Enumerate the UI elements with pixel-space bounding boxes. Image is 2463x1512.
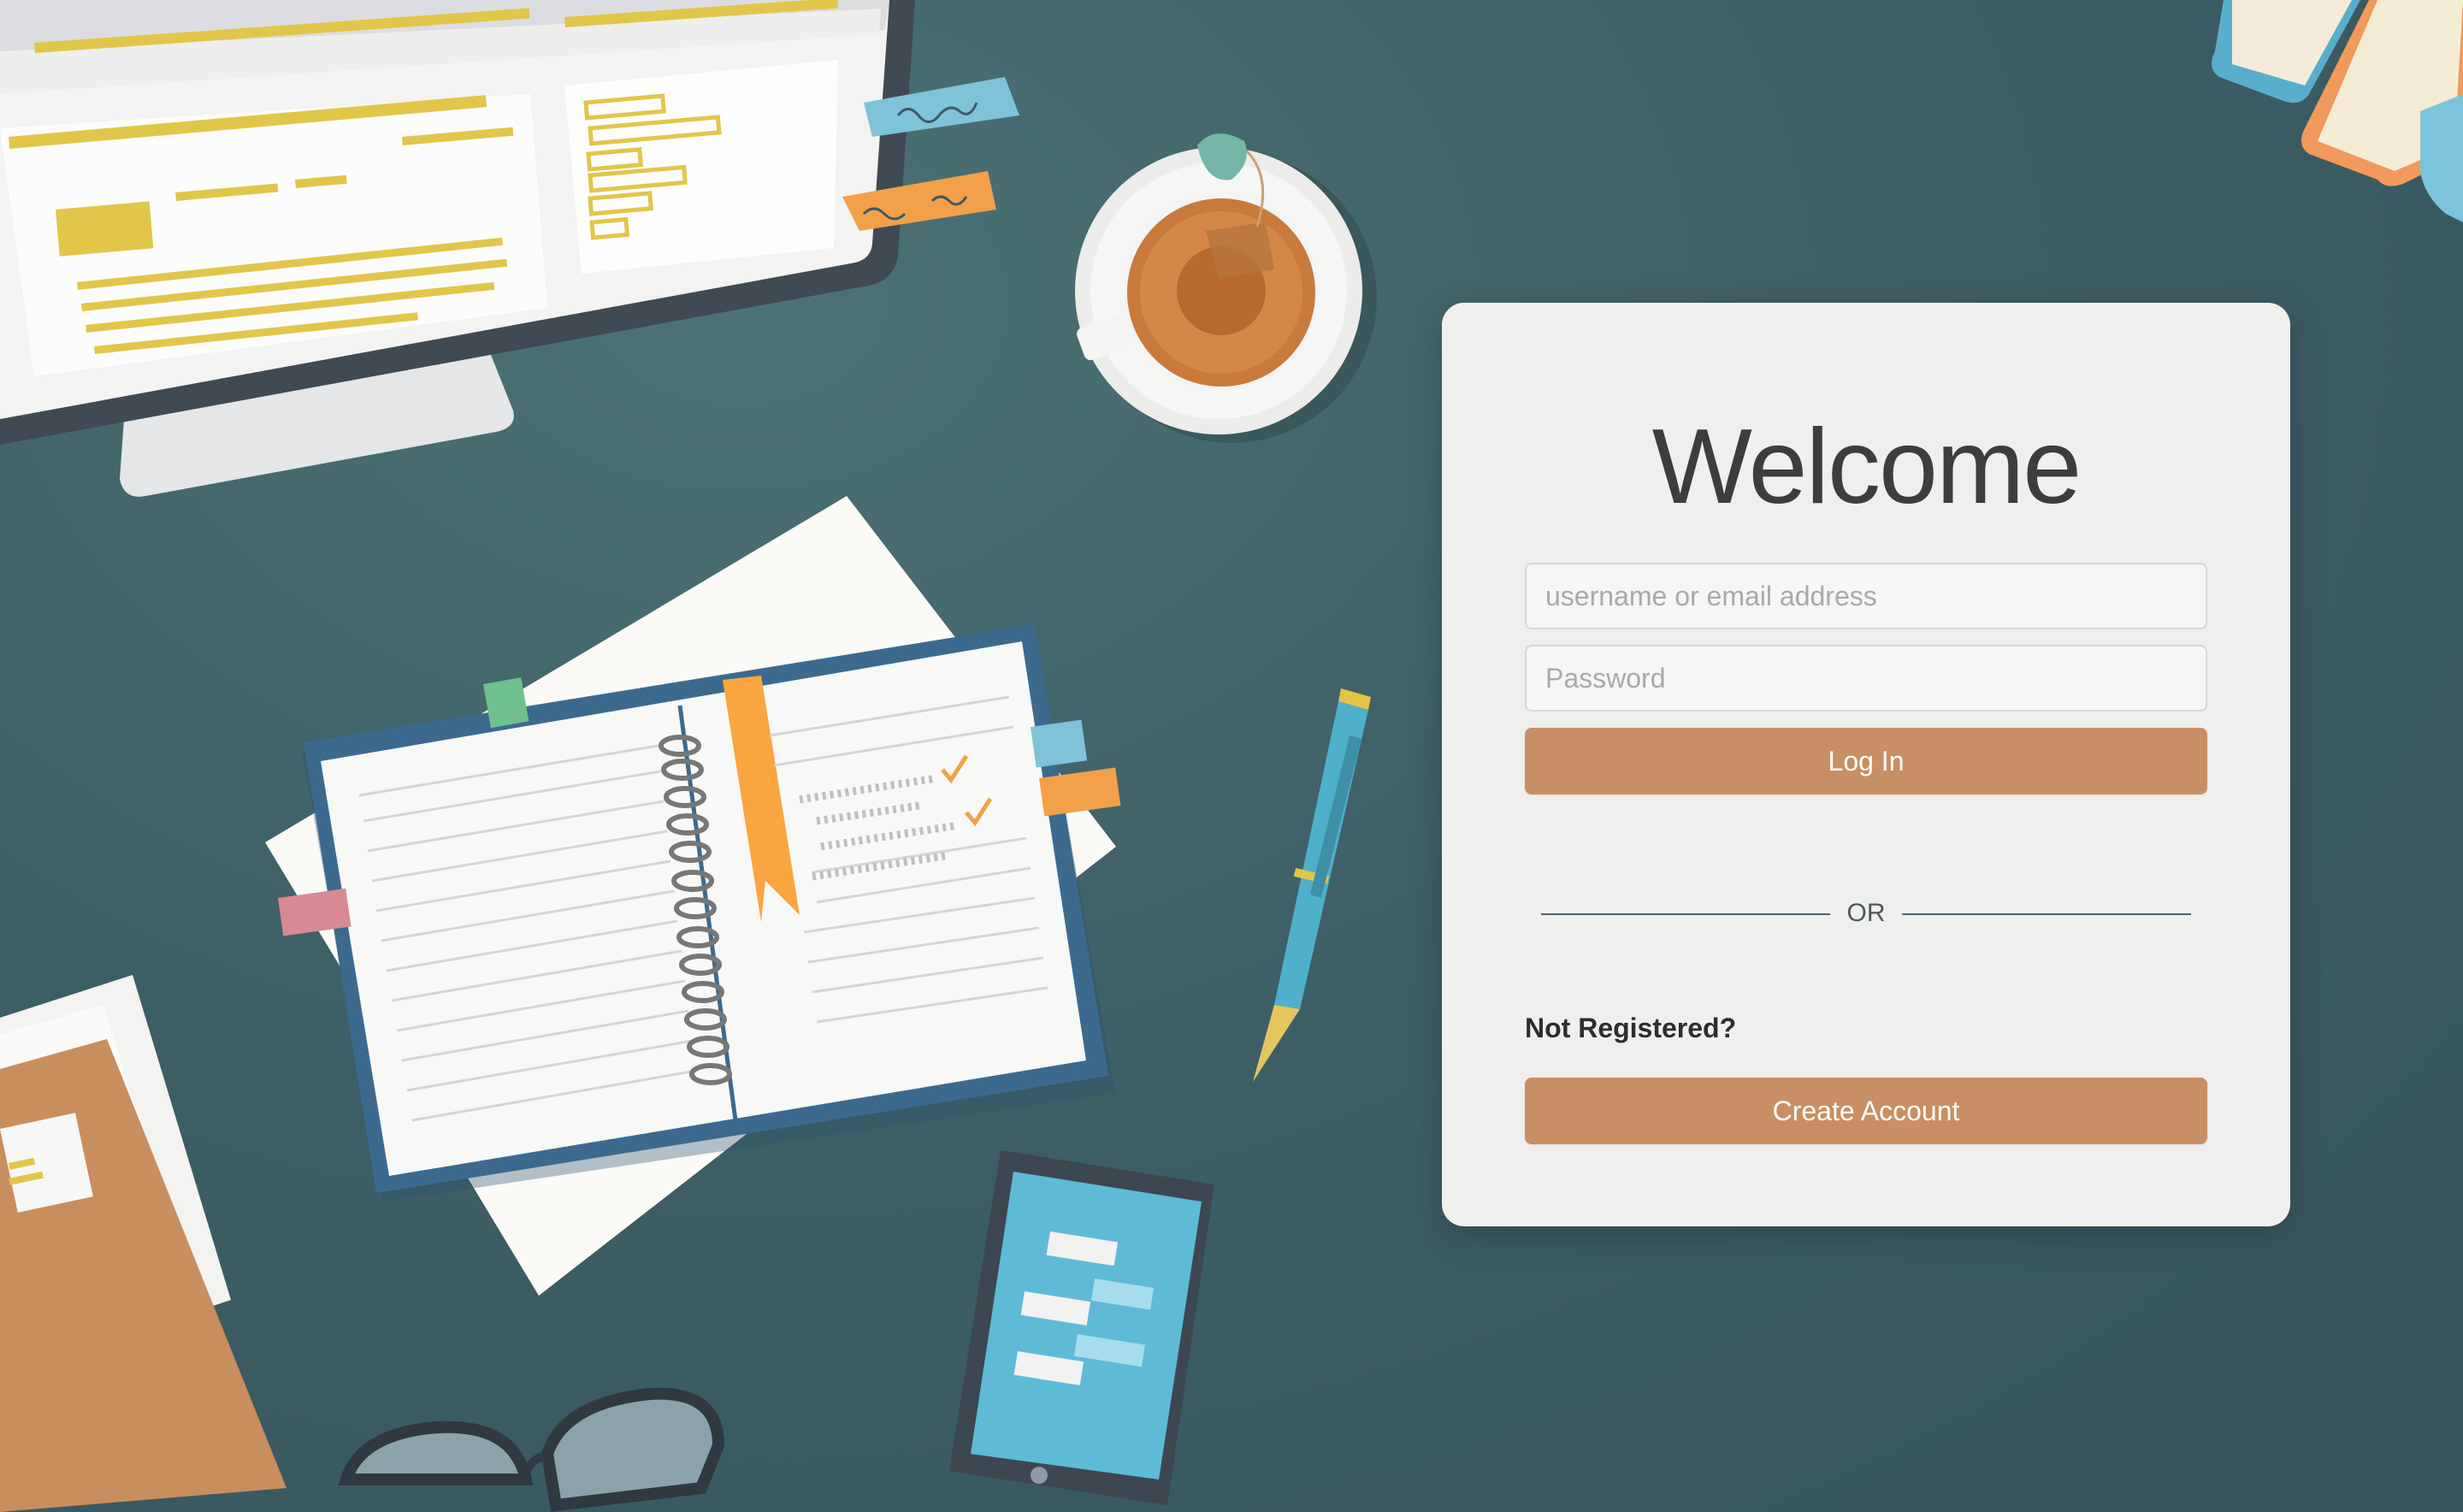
login-card: Welcome Log In OR Not Registered? Create… xyxy=(1442,303,2290,1226)
monitor-illustration xyxy=(0,0,915,497)
folder-illustration xyxy=(0,975,286,1512)
log-in-button[interactable]: Log In xyxy=(1525,728,2207,794)
password-input[interactable] xyxy=(1525,645,2207,712)
books-illustration xyxy=(2212,0,2463,222)
notebook-illustration xyxy=(265,496,1121,1296)
tea-cup-illustration xyxy=(1075,133,1377,443)
smartphone-illustration xyxy=(949,1150,1214,1505)
or-divider: OR xyxy=(1541,896,2191,930)
divider-line-right xyxy=(1902,913,2191,915)
username-input[interactable] xyxy=(1525,563,2207,629)
create-account-button[interactable]: Create Account xyxy=(1525,1078,2207,1144)
not-registered-label: Not Registered? xyxy=(1525,1013,1737,1043)
glasses-illustration xyxy=(338,1387,725,1512)
welcome-title: Welcome xyxy=(1651,408,2082,526)
pen-illustration xyxy=(1253,688,1371,1082)
